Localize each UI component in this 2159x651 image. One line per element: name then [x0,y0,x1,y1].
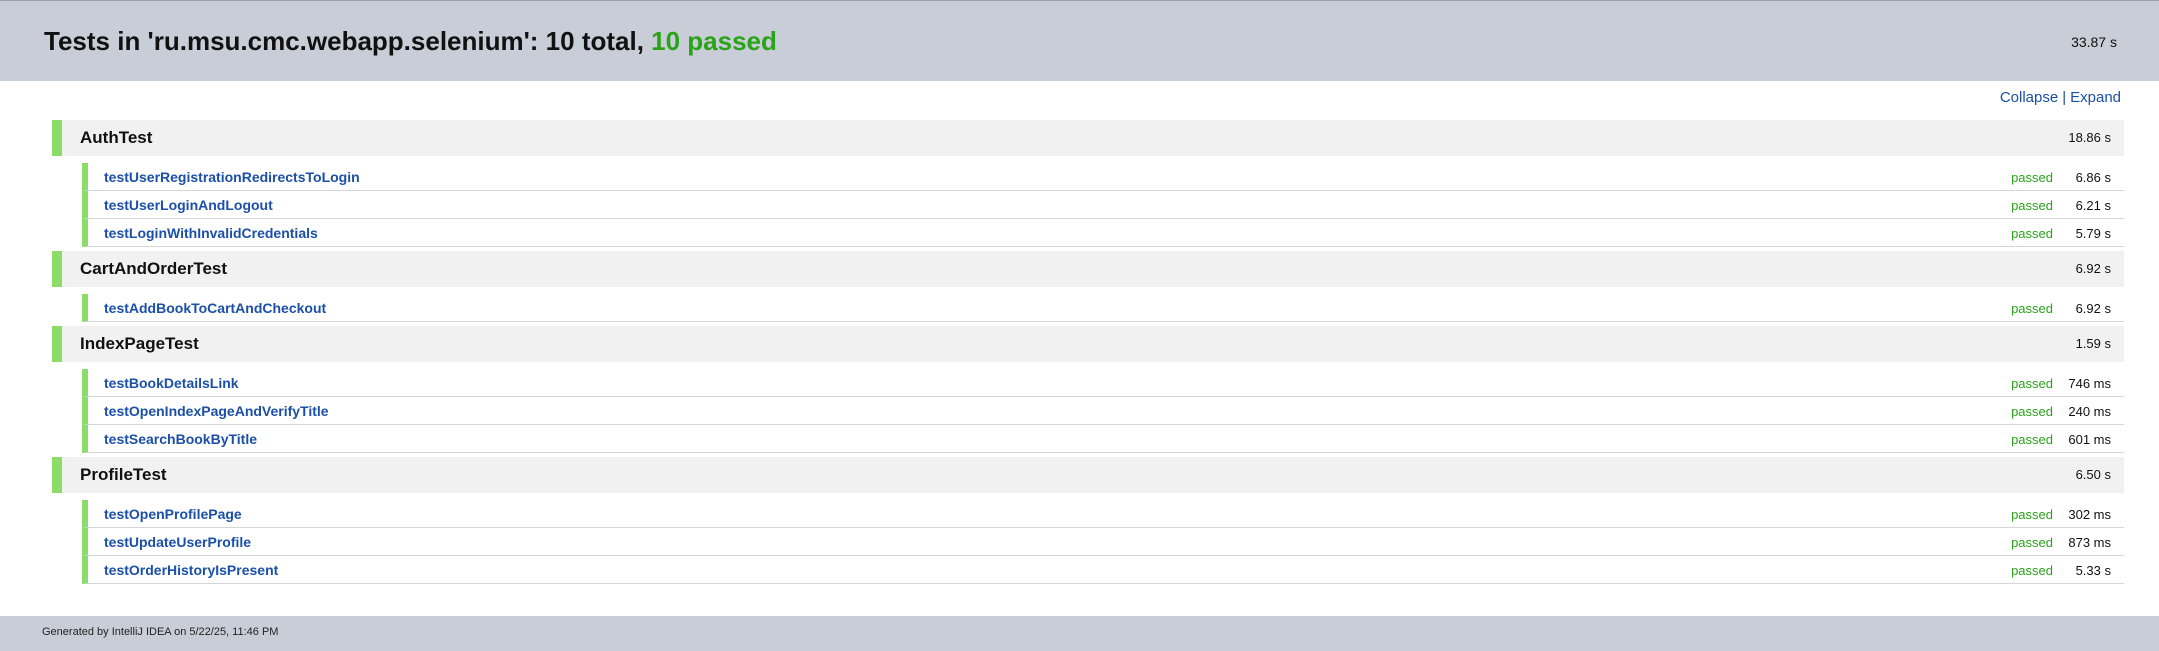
report-footer: Generated by IntelliJ IDEA on 5/22/25, 1… [0,616,2159,651]
test-row: testAddBookToCartAndCheckout passed 6.92 s [82,294,2124,322]
suite-indexpagetest: IndexPageTest 1.59 s testBookDetailsLink pa… [52,326,2124,453]
suite-authtest: AuthTest 18.86 s testUserRegistrationRedir… [52,120,2124,247]
suite-name: ProfileTest [80,465,167,484]
test-duration: 5.33 s [2075,563,2111,578]
test-status: passed [2011,563,2053,578]
test-status: passed [2011,226,2053,241]
test-status: passed [2011,535,2053,550]
test-duration: 6.21 s [2075,198,2111,213]
test-status: passed [2011,507,2053,522]
test-status: passed [2011,376,2053,391]
test-row: testUpdateUserProfile passed 873 ms [82,528,2124,556]
tree-controls: Collapse | Expand [2000,89,2121,106]
test-row: testUserRegistrationRedirectsToLogin pass… [82,163,2124,191]
collapse-link[interactable]: Collapse [2000,89,2058,106]
suite-duration: 18.86 s [2068,130,2111,145]
suite-list: AuthTest 18.86 s testUserRegistrationRedir… [52,120,2124,588]
report-header: Tests in 'ru.msu.cmc.webapp.selenium': 1… [0,0,2159,81]
test-duration: 6.86 s [2075,170,2111,185]
test-name-link[interactable]: testSearchBookByTitle [104,431,257,447]
test-name-link[interactable]: testAddBookToCartAndCheckout [104,300,326,316]
test-status: passed [2011,170,2053,185]
suite-header[interactable]: CartAndOrderTest 6.92 s [52,251,2124,287]
test-row: testSearchBookByTitle passed 601 ms [82,425,2124,453]
test-list: testBookDetailsLink passed 746 ms testOpenI… [52,362,2124,453]
passed-count: 10 passed [651,26,777,56]
test-status: passed [2011,198,2053,213]
test-duration: 5.79 s [2075,226,2111,241]
test-row: testBookDetailsLink passed 746 ms [82,369,2124,397]
test-status: passed [2011,301,2053,316]
test-name-link[interactable]: testOpenIndexPageAndVerifyTitle [104,403,329,419]
suite-header[interactable]: ProfileTest 6.50 s [52,457,2124,493]
suite-duration: 6.50 s [2075,467,2111,482]
test-duration: 601 ms [2068,432,2111,447]
expand-link[interactable]: Expand [2070,89,2121,106]
test-name-link[interactable]: testUpdateUserProfile [104,534,251,550]
test-row: testUserLoginAndLogout passed 6.21 s [82,191,2124,219]
generated-by-text: Generated by IntelliJ IDEA on 5/22/25, 1… [42,626,279,638]
test-duration: 6.92 s [2075,301,2111,316]
suite-name: AuthTest [80,128,153,147]
suite-name: CartAndOrderTest [80,259,228,278]
page-title: Tests in 'ru.msu.cmc.webapp.selenium': 1… [44,26,777,57]
test-list: testUserRegistrationRedirectsToLogin pass… [52,156,2124,247]
test-status: passed [2011,404,2053,419]
suite-duration: 6.92 s [2075,261,2111,276]
test-name-link[interactable]: testLoginWithInvalidCredentials [104,225,318,241]
suite-profiletest: ProfileTest 6.50 s testOpenProfilePage pass… [52,457,2124,584]
suite-name: IndexPageTest [80,334,199,353]
suite-duration: 1.59 s [2075,336,2111,351]
test-name-link[interactable]: testUserRegistrationRedirectsToLogin [104,169,360,185]
controls-separator: | [2062,89,2067,106]
suite-cartandordertest: CartAndOrderTest 6.92 s testAddBookToCartA… [52,251,2124,322]
test-duration: 240 ms [2068,404,2111,419]
suite-header[interactable]: AuthTest 18.86 s [52,120,2124,156]
test-list: testAddBookToCartAndCheckout passed 6.92 s [52,287,2124,322]
test-row: testOpenProfilePage passed 302 ms [82,500,2124,528]
test-name-link[interactable]: testBookDetailsLink [104,375,239,391]
suite-header[interactable]: IndexPageTest 1.59 s [52,326,2124,362]
test-name-link[interactable]: testOpenProfilePage [104,506,242,522]
test-duration: 302 ms [2068,507,2111,522]
test-status: passed [2011,432,2053,447]
test-name-link[interactable]: testUserLoginAndLogout [104,197,273,213]
test-list: testOpenProfilePage passed 302 ms testUpdat… [52,493,2124,584]
test-duration: 873 ms [2068,535,2111,550]
total-duration: 33.87 s [2071,34,2117,50]
test-row: testOrderHistoryIsPresent passed 5.33 s [82,556,2124,584]
test-row: testLoginWithInvalidCredentials passed 5.7… [82,219,2124,247]
test-name-link[interactable]: testOrderHistoryIsPresent [104,562,278,578]
title-text: Tests in 'ru.msu.cmc.webapp.selenium': 1… [44,26,652,56]
test-duration: 746 ms [2068,376,2111,391]
test-row: testOpenIndexPageAndVerifyTitle passed 240… [82,397,2124,425]
